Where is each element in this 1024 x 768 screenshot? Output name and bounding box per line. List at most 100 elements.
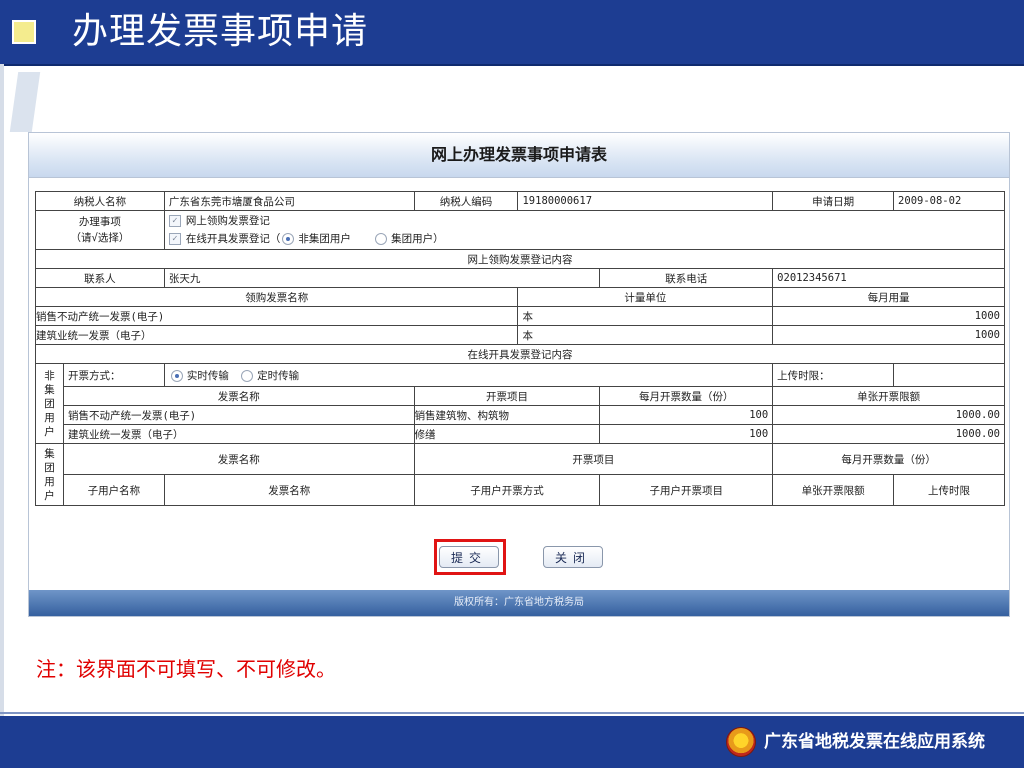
- group-header-row: 集 团 用 户 发票名称 开票项目 每月开票数量（份）: [35, 443, 1005, 506]
- matter-label-line2: （请√选择）: [70, 232, 130, 244]
- application-table: 纳税人名称 广东省东莞市塘厦食品公司 纳税人编码 19180000617 申请日…: [34, 191, 1006, 506]
- issue-mode-row: 非 集 团 用 户 开票方式： 实时传输 定时传输 上传时限：: [35, 363, 1005, 444]
- option-online-label: 在线开具发票登记（: [185, 233, 281, 245]
- sub-mode-col: 子用户开票方式: [413, 474, 601, 506]
- online-row-count: 100: [599, 405, 774, 425]
- radio-selected-icon[interactable]: [170, 369, 183, 382]
- purchase-row-unit: 本: [517, 325, 774, 345]
- option-purchase[interactable]: ✓ 网上领购发票登记: [168, 212, 1000, 230]
- contact-value: 张天九: [163, 268, 601, 288]
- decorative-slant: [9, 72, 41, 132]
- submit-highlight-box: [434, 539, 506, 575]
- monthly-count-col: 每月开票数量（份）: [599, 386, 774, 406]
- bottom-divider: [0, 712, 1024, 714]
- taxpayer-code-value: 19180000617: [517, 191, 774, 211]
- online-row-count: 100: [599, 424, 774, 444]
- group-char: 户: [44, 489, 55, 502]
- purchase-row-usage: 1000: [772, 306, 1005, 326]
- matter-label: 办理事项 （请√选择）: [35, 210, 165, 250]
- group-vertical-label: 集 团 用 户: [35, 443, 64, 506]
- online-row-limit: 1000.00: [772, 424, 1005, 444]
- phone-label-cell: 联系电话: [599, 268, 774, 288]
- checkbox-checked-icon[interactable]: ✓: [168, 215, 181, 227]
- purchase-header-row: 领购发票名称 计量单位 每月用量: [34, 287, 1005, 307]
- non-group-char: 非: [44, 369, 55, 382]
- taxpayer-code-label: 纳税人编码: [413, 191, 519, 211]
- contact-label: 联系人: [35, 268, 165, 288]
- option-group-label: 集团用户）: [391, 233, 444, 245]
- sub-single-limit-col: 单张开票限额: [772, 474, 895, 506]
- purchase-row-name: 销售不动产统一发票(电子): [34, 306, 519, 326]
- purchase-row-usage: 1000: [772, 325, 1005, 345]
- square-bullet-icon: [12, 20, 36, 44]
- group-char: 用: [44, 475, 55, 488]
- header-bar: 办理发票事项申请: [0, 0, 1024, 66]
- taxpayer-row: 纳税人名称 广东省东莞市塘厦食品公司 纳税人编码 19180000617 申请日…: [35, 191, 1005, 211]
- group-item-col: 开票项目: [413, 443, 774, 475]
- online-row-name: 建筑业统一发票（电子）: [62, 424, 415, 444]
- item-col: 开票项目: [413, 386, 601, 406]
- invoice-name-header: 领购发票名称: [34, 287, 519, 307]
- non-group-char: 户: [44, 425, 55, 438]
- non-group-char: 用: [44, 411, 55, 424]
- issue-mode-options: 实时传输 定时传输: [163, 363, 774, 387]
- non-group-char: 团: [44, 397, 55, 410]
- invoice-name-col: 发票名称: [62, 386, 415, 406]
- system-name: 广东省地税发票在线应用系统: [764, 732, 985, 752]
- matter-options: ✓ 网上领购发票登记 ✓ 在线开具发票登记（ 非集团用户 集团用户）: [163, 210, 1006, 250]
- apply-date-value: 2009-08-02: [893, 191, 1005, 211]
- table-row: 销售不动产统一发票(电子) 销售建筑物、构筑物 100 1000.00: [36, 405, 1005, 425]
- single-limit-col: 单张开票限额: [772, 386, 1005, 406]
- sub-user-header-row: 子用户名称 发票名称 子用户开票方式 子用户开票项目 单张开票限额 上传时限: [36, 474, 1005, 506]
- unit-header: 计量单位: [517, 287, 774, 307]
- form-title: 网上办理发票事项申请表: [29, 133, 1009, 178]
- table-row: 建筑业统一发票（电子） 修缮 100 1000.00: [36, 424, 1005, 444]
- close-button[interactable]: 关闭: [543, 546, 603, 568]
- online-row-name: 销售不动产统一发票(电子): [62, 405, 415, 425]
- matter-row: 办理事项 （请√选择） ✓ 网上领购发票登记 ✓ 在线开具发票登记（ 非集团用户 集团…: [35, 210, 1006, 250]
- purchase-row-unit: 本: [517, 306, 774, 326]
- group-char: 团: [44, 461, 55, 474]
- purchase-section-row: 网上领购发票登记内容: [35, 249, 1005, 269]
- non-group-vertical-label: 非 集 团 用 户: [35, 363, 64, 444]
- option-non-group-label: 非集团用户: [298, 233, 351, 245]
- online-header-row: 发票名称 开票项目 每月开票数量（份） 单张开票限额: [36, 386, 1005, 406]
- upload-time-col: 上传时限: [893, 474, 1005, 506]
- left-stripe: [0, 64, 4, 716]
- online-section-title: 在线开具发票登记内容: [35, 344, 1005, 364]
- group-monthly-count-col: 每月开票数量（份）: [772, 443, 1005, 475]
- phone-label: 联系电话: [665, 272, 708, 285]
- upload-limit-value: [893, 363, 1005, 387]
- taxpayer-name-value: 广东省东莞市塘厦食品公司: [163, 191, 415, 211]
- checkbox-checked-icon[interactable]: ✓: [168, 233, 181, 245]
- copyright-footer: 版权所有：广东省地方税务局: [29, 590, 1009, 616]
- sub-item-col: 子用户开票项目: [599, 474, 774, 506]
- purchase-section-title: 网上领购发票登记内容: [35, 249, 1005, 269]
- online-row-item: 修缮: [413, 424, 601, 444]
- table-row: 销售不动产统一发票(电子) 本 1000: [34, 306, 1005, 326]
- option-online[interactable]: ✓ 在线开具发票登记（ 非集团用户 集团用户）: [168, 230, 1000, 248]
- non-group-char: 集: [44, 383, 55, 396]
- taxpayer-name-label: 纳税人名称: [35, 191, 165, 211]
- tax-emblem-icon: [726, 727, 756, 757]
- phone-value: 02012345671: [772, 268, 1005, 288]
- note-text: 注：该界面不可填写、不可修改。: [36, 657, 336, 681]
- radio-unselected-icon[interactable]: [241, 369, 254, 382]
- online-row-item: 销售建筑物、构筑物: [413, 405, 601, 425]
- group-char: 集: [44, 447, 55, 460]
- option-purchase-label: 网上领购发票登记: [185, 215, 270, 227]
- matter-label-line1: 办理事项: [78, 216, 121, 228]
- group-invoice-col: 发票名称: [62, 443, 415, 475]
- radio-unselected-icon[interactable]: [375, 233, 388, 245]
- upload-limit-label: 上传时限：: [772, 363, 895, 387]
- online-section-row: 在线开具发票登记内容: [35, 344, 1005, 364]
- issue-mode-label: 开票方式：: [62, 363, 165, 387]
- purchase-row-name: 建筑业统一发票（电子）: [34, 325, 519, 345]
- apply-date-label: 申请日期: [772, 191, 895, 211]
- radio-selected-icon[interactable]: [282, 233, 295, 245]
- page-title: 办理发票事项申请: [72, 11, 369, 52]
- mode-realtime-label: 实时传输: [186, 369, 229, 382]
- application-form-panel: 网上办理发票事项申请表 纳税人名称 广东省东莞市塘厦食品公司 纳税人编码 191…: [28, 132, 1010, 617]
- mode-scheduled-label: 定时传输: [257, 369, 300, 382]
- sub-user-name-col: 子用户名称: [62, 474, 165, 506]
